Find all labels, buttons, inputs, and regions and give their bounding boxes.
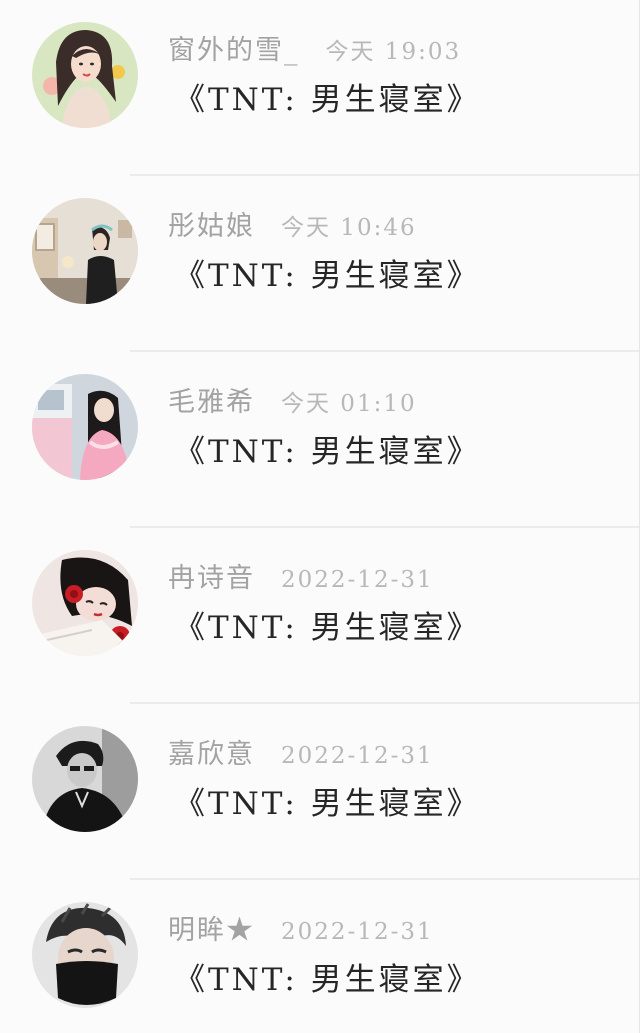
message-preview: 《TNT: 男生寝室》 (174, 610, 481, 646)
message-time: 2022-12-31 (281, 567, 434, 593)
boy-black-white-avatar (32, 726, 138, 832)
contact-name: 嘉欣意 (168, 739, 255, 770)
message-time: 2022-12-31 (281, 743, 434, 769)
conversation-item[interactable]: 彤姑娘 今天 10:46 《TNT: 男生寝室》 (0, 176, 639, 352)
conversation-item[interactable]: 明眸★ 2022-12-31 《TNT: 男生寝室》 (0, 880, 639, 1033)
avatar[interactable] (32, 22, 138, 128)
conversation-item[interactable]: 毛雅希 今天 01:10 《TNT: 男生寝室》 (0, 352, 639, 528)
girl-portrait-illustration-avatar (32, 22, 138, 128)
contact-name: 彤姑娘 (168, 211, 255, 242)
girl-red-roses-avatar (32, 550, 138, 656)
avatar[interactable] (32, 902, 138, 1008)
message-time: 2022-12-31 (281, 919, 434, 945)
message-time: 今天 10:46 (281, 215, 417, 241)
avatar[interactable] (32, 374, 138, 480)
conversation-list: 窗外的雪_ 今天 19:03 《TNT: 男生寝室》 彤姑娘 今天 10:46 (0, 0, 640, 1033)
boy-black-mask-avatar (32, 902, 138, 1008)
message-preview: 《TNT: 男生寝室》 (174, 786, 481, 822)
girl-in-room-avatar (32, 198, 138, 304)
message-preview: 《TNT: 男生寝室》 (174, 82, 481, 118)
message-preview: 《TNT: 男生寝室》 (174, 258, 481, 294)
avatar[interactable] (32, 198, 138, 304)
girl-pink-dress-avatar (32, 374, 138, 480)
conversation-item[interactable]: 嘉欣意 2022-12-31 《TNT: 男生寝室》 (0, 704, 639, 880)
contact-name: 窗外的雪_ (168, 35, 300, 66)
contact-name: 明眸★ (168, 915, 255, 946)
avatar[interactable] (32, 726, 138, 832)
message-time: 今天 01:10 (281, 391, 417, 417)
message-time: 今天 19:03 (325, 39, 462, 65)
conversation-item[interactable]: 冉诗音 2022-12-31 《TNT: 男生寝室》 (0, 528, 639, 704)
message-preview: 《TNT: 男生寝室》 (174, 434, 481, 470)
conversation-item[interactable]: 窗外的雪_ 今天 19:03 《TNT: 男生寝室》 (0, 0, 639, 176)
avatar[interactable] (32, 550, 138, 656)
message-preview: 《TNT: 男生寝室》 (174, 962, 481, 998)
contact-name: 毛雅希 (168, 387, 255, 418)
contact-name: 冉诗音 (168, 563, 255, 594)
